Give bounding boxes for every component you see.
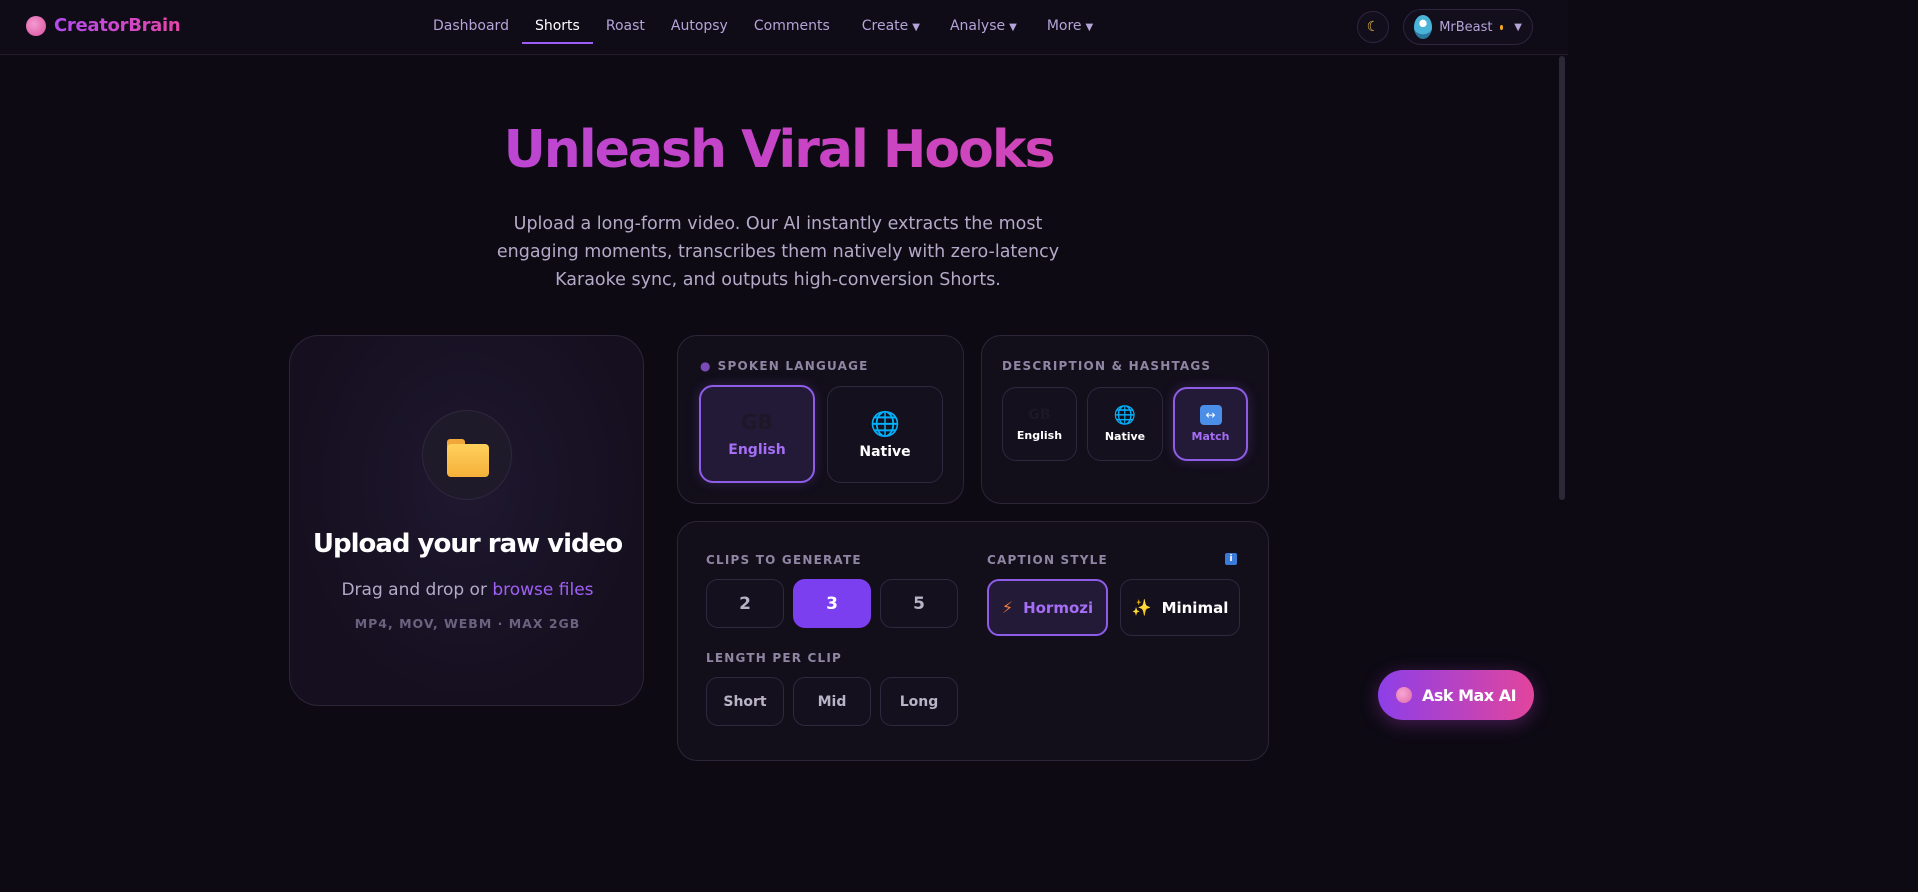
chevron-down-icon: ▼ [1514,21,1522,33]
clips-option-5[interactable]: 5 [880,579,958,628]
description-match[interactable]: ↔ Match [1173,387,1248,461]
moon-icon: ☾ [1366,19,1380,35]
upload-formats: MP4, MOV, WEBM · MAX 2GB [354,616,581,631]
description-native[interactable]: 🌐 Native [1087,387,1163,461]
nav-autopsy[interactable]: Autopsy [658,0,741,55]
page-title: Unleash Viral Hooks [0,120,1557,180]
clips-option-2[interactable]: 2 [706,579,784,628]
page-scrollbar[interactable] [1559,56,1565,500]
nav-dashboard[interactable]: Dashboard [420,0,522,55]
clips-label: CLIPS TO GENERATE [706,553,862,567]
theme-toggle-button[interactable]: ☾ [1357,11,1389,43]
nav-roast[interactable]: Roast [593,0,658,55]
folder-icon [447,439,489,477]
nav-comments[interactable]: Comments [741,0,843,55]
nav-create-label: Create [861,18,909,34]
folder-icon-wrap [422,410,512,500]
nav-analyse-label: Analyse [949,18,1006,34]
clips-option-3[interactable]: 3 [793,579,871,628]
option-label: Hormozi [1023,598,1094,617]
caption-style-hormozi[interactable]: ⚡ Hormozi [987,579,1108,636]
upload-dropzone[interactable]: Upload your raw video Drag and drop or b… [289,335,644,706]
flag-gb-icon: GB [741,410,773,434]
chevron-down-icon: ▼ [1009,22,1017,33]
length-option-long[interactable]: Long [880,677,958,726]
speaking-head-icon: ● [700,359,712,373]
description-hashtags-label: DESCRIPTION & HASHTAGS [1002,359,1212,373]
spoken-language-native[interactable]: 🌐 Native [827,386,943,483]
brain-icon [26,15,46,36]
option-label: Native [859,443,911,460]
nav-more-label: More [1046,18,1082,34]
upload-title: Upload your raw video [312,529,623,559]
option-label: Minimal [1161,598,1229,617]
nav-create[interactable]: Create ▼ [849,0,933,55]
drag-text: Drag and drop or [341,580,493,600]
ask-max-ai-button[interactable]: Ask Max AI [1378,670,1534,720]
caption-style-label: CAPTION STYLE [987,553,1108,567]
brand-logo[interactable]: CreatorBrain [26,15,181,36]
nav-links: Dashboard Shorts Roast Autopsy Comments … [420,0,1106,55]
ask-label: Ask Max AI [1421,685,1517,705]
description-hashtags-panel: DESCRIPTION & HASHTAGS GB English 🌐 Nati… [981,335,1269,504]
brain-icon [1395,687,1412,703]
flag-gb-icon: GB [1028,406,1051,423]
nav-analyse[interactable]: Analyse ▼ [937,0,1030,55]
status-dot [1499,24,1504,30]
length-option-short[interactable]: Short [706,677,784,726]
browse-files-link[interactable]: browse files [492,580,593,600]
length-label: LENGTH PER CLIP [706,651,843,665]
left-right-arrow-icon: ↔ [1199,405,1222,425]
globe-icon: 🌐 [1113,405,1137,426]
option-label: English [728,442,786,458]
user-name: MrBeast [1439,19,1493,35]
top-nav: CreatorBrain Dashboard Shorts Roast Auto… [0,0,1568,55]
option-label: Match [1191,430,1230,443]
globe-icon: 🌐 [870,409,900,438]
brand-name: CreatorBrain [54,15,181,36]
info-icon[interactable]: i [1225,553,1237,565]
page-subtitle: Upload a long-form video. Our AI instant… [496,214,1060,290]
option-label: English [1016,428,1063,442]
lightning-icon: ⚡ [1001,598,1014,617]
upload-instructions: Drag and drop or browse files [290,580,645,600]
description-english[interactable]: GB English [1002,387,1077,461]
chevron-down-icon: ▼ [1085,22,1094,33]
caption-style-minimal[interactable]: ✨ Minimal [1120,579,1240,636]
sparkles-icon: ✨ [1131,598,1152,617]
spoken-language-english[interactable]: GB English [699,385,815,483]
spoken-language-panel: ● SPOKEN LANGUAGE GB English 🌐 Native [677,335,964,504]
option-label: Native [1104,430,1146,443]
length-option-mid[interactable]: Mid [793,677,871,726]
spoken-language-label: ● SPOKEN LANGUAGE [700,359,869,373]
chevron-down-icon: ▼ [912,22,920,33]
avatar [1414,15,1433,39]
user-menu-button[interactable]: MrBeast ▼ [1403,9,1533,45]
nav-more[interactable]: More ▼ [1034,0,1106,55]
nav-shorts[interactable]: Shorts [521,0,593,55]
